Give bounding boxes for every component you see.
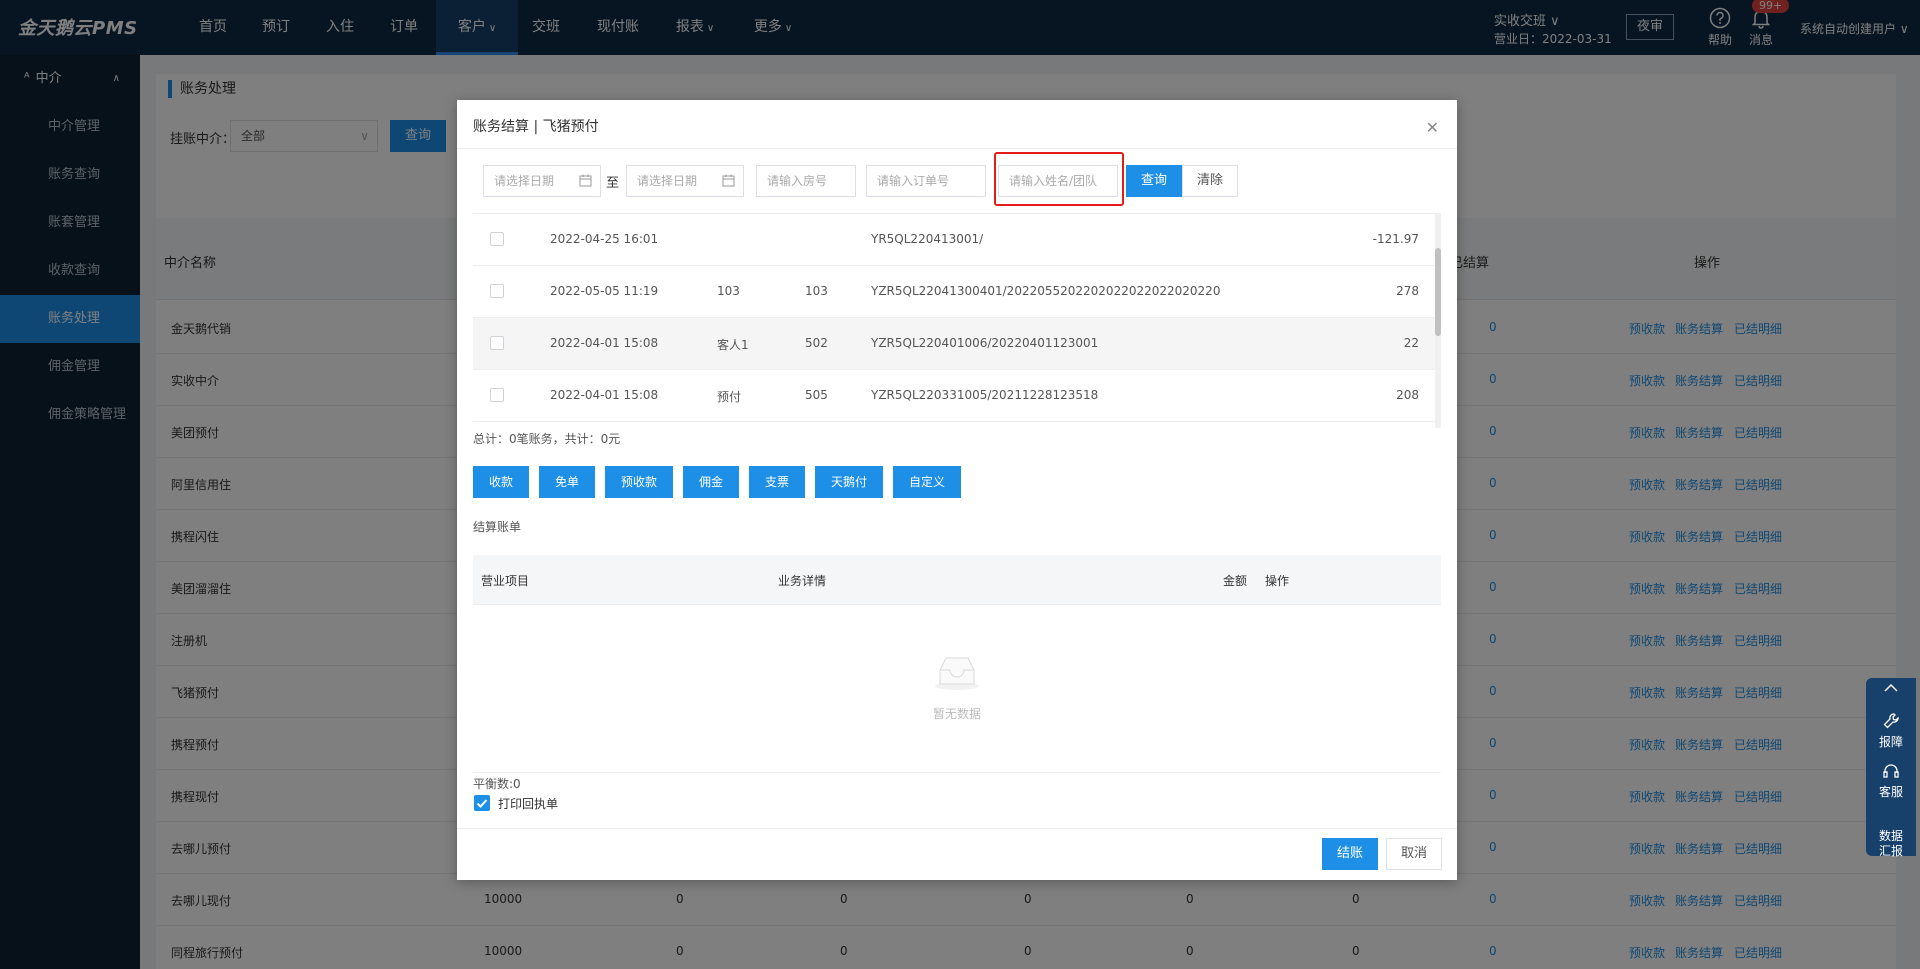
settle-button[interactable]: 结账	[1322, 838, 1378, 870]
dialog-title: 账务结算 | 飞猪预付	[473, 119, 599, 135]
float-label: 报障	[1878, 735, 1903, 749]
record-room: 502	[805, 336, 828, 350]
custom-button[interactable]: 自定义	[893, 466, 961, 498]
record-guest: 客人1	[717, 338, 749, 352]
record-time: 2022-05-05 11:19	[550, 284, 659, 298]
collapse-button[interactable]	[1866, 682, 1916, 697]
record-amount: 278	[1396, 284, 1419, 298]
record-row[interactable]: 2022-04-01 15:08 预付 505 YZR5QL220331005/202…	[473, 370, 1441, 422]
record-row[interactable]: 2022-04-01 15:08 客人1 502 YZR5QL220401006/20…	[473, 318, 1441, 370]
free-of-charge-button[interactable]: 免单	[539, 466, 595, 498]
dialog-clear-button[interactable]: 清除	[1182, 165, 1238, 197]
placeholder: 请选择日期	[494, 174, 555, 188]
wrench-icon	[1883, 713, 1899, 729]
record-room: 103	[805, 284, 828, 298]
empty-inbox-icon	[935, 657, 979, 690]
record-amount: 208	[1396, 388, 1419, 402]
divider	[473, 772, 1441, 773]
cancel-button[interactable]: 取消	[1386, 838, 1442, 870]
record-amount: 22	[1403, 336, 1419, 350]
collect-payment-button[interactable]: 收款	[473, 466, 529, 498]
room-number-input[interactable]: 请输入房号	[756, 165, 856, 197]
divider	[457, 148, 1457, 149]
record-list: 2022-04-25 16:01 YR5QL220413001/-121.97 20…	[473, 213, 1441, 428]
scrollbar-thumb[interactable]	[1435, 248, 1441, 336]
calendar-icon	[722, 174, 735, 187]
record-guest: 103	[717, 284, 740, 298]
cheque-button[interactable]: 支票	[749, 466, 805, 498]
print-receipt-checkbox[interactable]	[474, 795, 490, 811]
float-label: 客服	[1878, 785, 1903, 799]
float-label: 数据 汇报	[1878, 829, 1903, 858]
chevron-up-icon	[1884, 683, 1898, 692]
divider	[457, 828, 1457, 829]
order-number-input[interactable]: 请输入订单号	[866, 165, 986, 197]
record-order: YZR5QL220401006/20220401123001	[871, 336, 1099, 350]
column-header-op: 操作	[1265, 574, 1290, 588]
row-checkbox[interactable]	[490, 336, 504, 350]
customer-service-button[interactable]: 客服	[1866, 762, 1916, 800]
column-header-detail: 业务详情	[778, 574, 827, 588]
prepayment-button[interactable]: 预收款	[605, 466, 673, 498]
record-time: 2022-04-01 15:08	[550, 336, 659, 350]
record-time: 2022-04-25 16:01	[550, 232, 659, 246]
floating-service-panel: 报障 客服 数据 汇报	[1866, 678, 1916, 859]
report-fault-button[interactable]: 报障	[1866, 712, 1916, 750]
summary-text: 总计：0笔账务，共计：0元	[473, 432, 621, 446]
record-guest: 预付	[717, 390, 742, 404]
record-order: YR5QL220413001/	[871, 232, 984, 246]
check-icon	[476, 799, 488, 808]
settlement-bill-title: 结算账单	[473, 520, 522, 534]
row-checkbox[interactable]	[490, 388, 504, 402]
record-row[interactable]: 2022-05-05 11:19 103 103 YZR5QL22041300401/…	[473, 266, 1441, 318]
column-header-item: 营业项目	[481, 574, 530, 588]
column-header-amount: 金额	[1223, 574, 1248, 588]
record-order: YZR5QL22041300401/2022055202202022022022…	[871, 284, 1221, 298]
record-row[interactable]: 2022-04-25 16:01 YR5QL220413001/ -121.97	[473, 214, 1441, 266]
print-receipt-label[interactable]: 打印回执单	[498, 795, 558, 812]
dialog-query-button[interactable]: 查询	[1126, 165, 1182, 197]
swan-pay-button[interactable]: 天鹅付	[815, 466, 883, 498]
range-separator: 至	[606, 176, 620, 191]
empty-state-text: 暂无数据	[932, 707, 981, 721]
balance-text: 平衡数:0	[473, 777, 521, 791]
close-icon[interactable]: ✕	[1426, 118, 1439, 137]
row-checkbox[interactable]	[490, 232, 504, 246]
settlement-table-header: 营业项目 业务详情 金额 操作	[473, 555, 1441, 605]
record-time: 2022-04-01 15:08	[550, 388, 659, 402]
date-to-input[interactable]: 请选择日期	[626, 165, 744, 197]
placeholder: 请选择日期	[637, 174, 698, 188]
record-amount: -121.97	[1372, 232, 1419, 246]
record-room: 505	[805, 388, 828, 402]
row-checkbox[interactable]	[490, 284, 504, 298]
record-order: YZR5QL220331005/20211228123518	[871, 388, 1099, 402]
commission-button[interactable]: 佣金	[683, 466, 739, 498]
date-from-input[interactable]: 请选择日期	[483, 165, 601, 197]
highlight-box	[994, 152, 1124, 206]
headset-icon	[1883, 764, 1899, 778]
calendar-icon	[579, 174, 592, 187]
data-report-button[interactable]: 数据 汇报	[1866, 814, 1916, 859]
